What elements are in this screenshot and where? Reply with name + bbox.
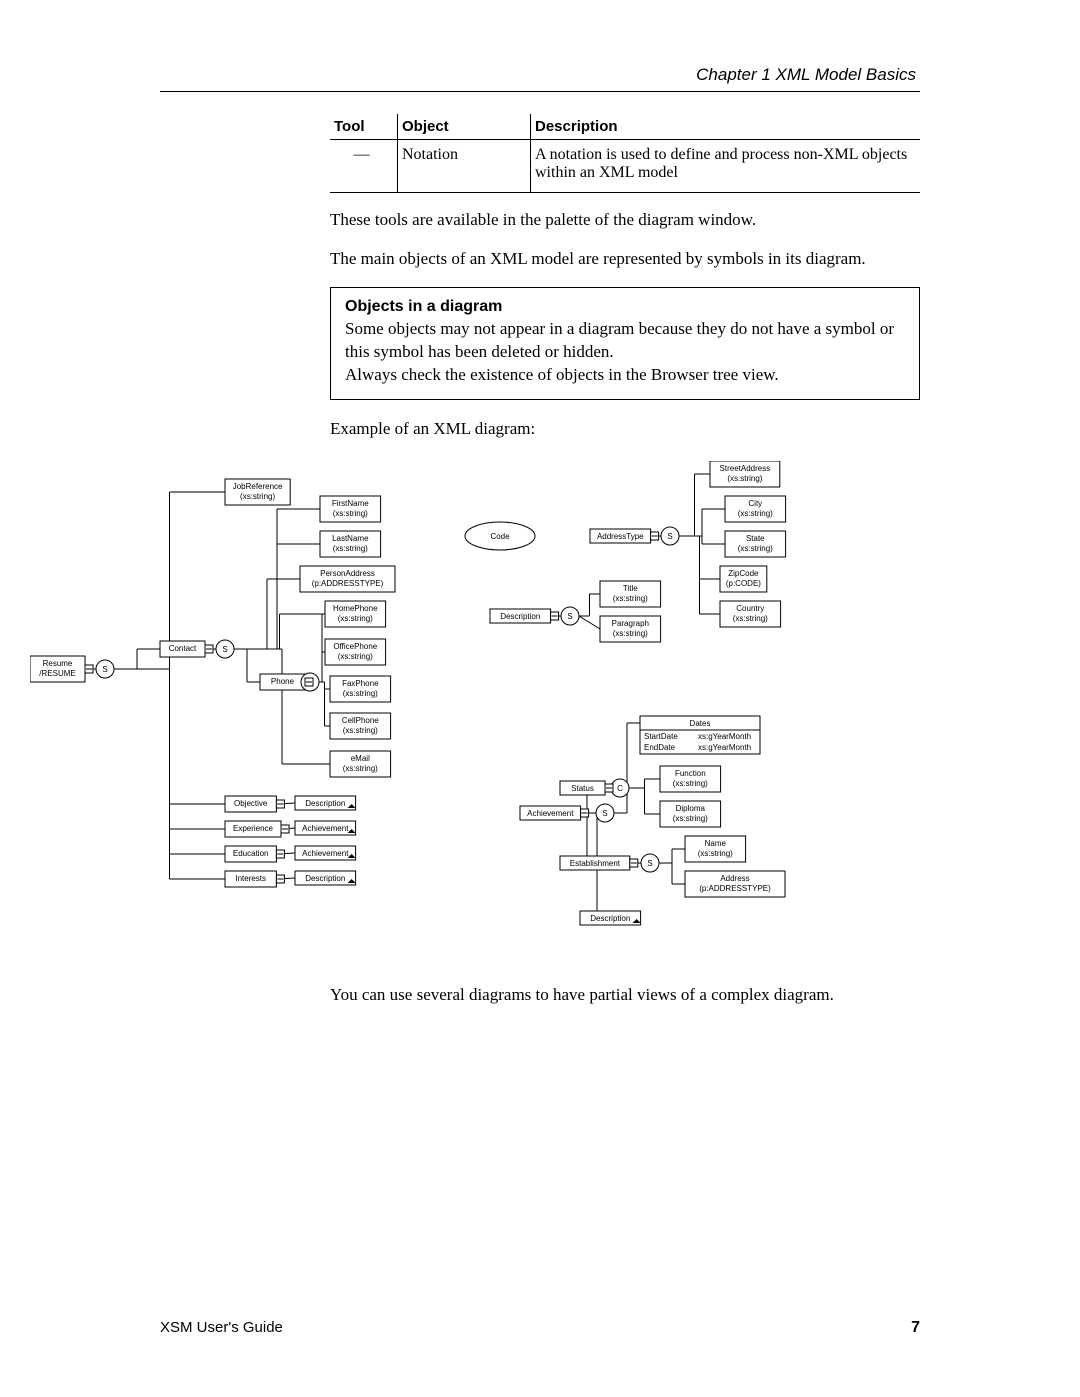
cell-object: Notation bbox=[398, 140, 531, 193]
header-rule bbox=[160, 91, 920, 92]
chapter-header: Chapter 1 XML Model Basics bbox=[160, 65, 920, 85]
info-title: Objects in a diagram bbox=[345, 298, 905, 316]
svg-text:FaxPhone: FaxPhone bbox=[342, 679, 379, 688]
cell-description: A notation is used to define and process… bbox=[531, 140, 921, 193]
svg-text:State: State bbox=[746, 534, 765, 543]
svg-text:Country: Country bbox=[736, 604, 764, 613]
svg-text:Paragraph: Paragraph bbox=[612, 619, 649, 628]
tool-table: Tool Object Description — Notation A not… bbox=[330, 114, 920, 193]
svg-text:FirstName: FirstName bbox=[332, 499, 369, 508]
svg-text:(xs:string): (xs:string) bbox=[727, 474, 762, 483]
svg-text:AddressType: AddressType bbox=[597, 532, 644, 541]
info-box: Objects in a diagram Some objects may no… bbox=[330, 287, 920, 400]
svg-text:(xs:string): (xs:string) bbox=[673, 814, 708, 823]
svg-text:Description: Description bbox=[590, 914, 630, 923]
svg-text:Education: Education bbox=[233, 849, 269, 858]
svg-text:(xs:string): (xs:string) bbox=[343, 726, 378, 735]
th-object: Object bbox=[398, 114, 531, 140]
svg-text:Establishment: Establishment bbox=[570, 859, 621, 868]
svg-text:Description: Description bbox=[305, 874, 345, 883]
svg-text:Code: Code bbox=[490, 532, 510, 541]
svg-text:(xs:string): (xs:string) bbox=[613, 594, 648, 603]
paragraph: You can use several diagrams to have par… bbox=[330, 984, 920, 1007]
svg-text:StreetAddress: StreetAddress bbox=[720, 464, 771, 473]
svg-text:S: S bbox=[567, 612, 572, 621]
svg-text:PersonAddress: PersonAddress bbox=[320, 569, 375, 578]
footer-page-number: 7 bbox=[911, 1319, 920, 1337]
svg-text:(xs:string): (xs:string) bbox=[240, 492, 275, 501]
svg-text:Achievement: Achievement bbox=[527, 809, 574, 818]
svg-text:Phone: Phone bbox=[271, 677, 295, 686]
svg-text:(p:ADDRESSTYPE): (p:ADDRESSTYPE) bbox=[699, 884, 771, 893]
svg-text:Interests: Interests bbox=[235, 874, 266, 883]
svg-text:Name: Name bbox=[705, 839, 727, 848]
svg-text:(p:CODE): (p:CODE) bbox=[726, 579, 761, 588]
svg-text:S: S bbox=[647, 859, 652, 868]
svg-text:(xs:string): (xs:string) bbox=[333, 544, 368, 553]
svg-text:EndDate: EndDate bbox=[644, 743, 676, 752]
paragraph: The main objects of an XML model are rep… bbox=[330, 248, 920, 271]
footer-guide: XSM User's Guide bbox=[160, 1319, 283, 1337]
paragraph: These tools are available in the palette… bbox=[330, 209, 920, 232]
svg-text:LastName: LastName bbox=[332, 534, 369, 543]
svg-text:Status: Status bbox=[571, 784, 594, 793]
svg-text:(xs:string): (xs:string) bbox=[338, 614, 373, 623]
svg-text:CellPhone: CellPhone bbox=[342, 716, 379, 725]
svg-text:Experience: Experience bbox=[233, 824, 274, 833]
svg-text:Description: Description bbox=[305, 799, 345, 808]
svg-text:Achievement: Achievement bbox=[302, 849, 349, 858]
svg-text:Achievement: Achievement bbox=[302, 824, 349, 833]
svg-text:(xs:string): (xs:string) bbox=[343, 689, 378, 698]
svg-text:Address: Address bbox=[720, 874, 749, 883]
svg-text:Resume: Resume bbox=[43, 659, 73, 668]
diagram-caption: Example of an XML diagram: bbox=[330, 418, 920, 441]
svg-text:Function: Function bbox=[675, 769, 706, 778]
svg-text:(xs:string): (xs:string) bbox=[613, 629, 648, 638]
svg-text:Dates: Dates bbox=[690, 719, 711, 728]
svg-text:HomePhone: HomePhone bbox=[333, 604, 378, 613]
th-tool: Tool bbox=[330, 114, 398, 140]
svg-text:C: C bbox=[617, 784, 623, 793]
svg-text:Diploma: Diploma bbox=[676, 804, 706, 813]
info-line: Always check the existence of objects in… bbox=[345, 365, 779, 384]
svg-text:Title: Title bbox=[623, 584, 638, 593]
svg-text:JobReference: JobReference bbox=[233, 482, 283, 491]
svg-text:(xs:string): (xs:string) bbox=[338, 652, 373, 661]
info-body: Some objects may not appear in a diagram… bbox=[345, 318, 905, 387]
svg-text:Objective: Objective bbox=[234, 799, 268, 808]
svg-text:S: S bbox=[102, 665, 107, 674]
cell-tool: — bbox=[330, 140, 398, 193]
svg-text:xs:gYearMonth: xs:gYearMonth bbox=[698, 743, 751, 752]
page-footer: XSM User's Guide 7 bbox=[160, 1319, 920, 1337]
svg-text:(xs:string): (xs:string) bbox=[343, 764, 378, 773]
svg-text:City: City bbox=[748, 499, 762, 508]
svg-text:(xs:string): (xs:string) bbox=[673, 779, 708, 788]
svg-text:(xs:string): (xs:string) bbox=[333, 509, 368, 518]
svg-text:/RESUME: /RESUME bbox=[39, 669, 75, 678]
table-row: — Notation A notation is used to define … bbox=[330, 140, 920, 193]
svg-text:xs:gYearMonth: xs:gYearMonth bbox=[698, 732, 751, 741]
svg-text:(xs:string): (xs:string) bbox=[698, 849, 733, 858]
info-line: Some objects may not appear in a diagram… bbox=[345, 319, 894, 361]
svg-text:(xs:string): (xs:string) bbox=[733, 614, 768, 623]
th-description: Description bbox=[531, 114, 921, 140]
svg-text:S: S bbox=[602, 809, 607, 818]
svg-text:(xs:string): (xs:string) bbox=[738, 509, 773, 518]
svg-text:(p:ADDRESSTYPE): (p:ADDRESSTYPE) bbox=[312, 579, 384, 588]
svg-text:Description: Description bbox=[500, 612, 540, 621]
svg-text:OfficePhone: OfficePhone bbox=[333, 642, 377, 651]
svg-text:(xs:string): (xs:string) bbox=[738, 544, 773, 553]
xml-diagram: Resume/RESUMESJobReference(xs:string)Con… bbox=[30, 461, 920, 966]
svg-text:S: S bbox=[667, 532, 672, 541]
svg-text:StartDate: StartDate bbox=[644, 732, 678, 741]
svg-text:ZipCode: ZipCode bbox=[728, 569, 759, 578]
svg-text:eMail: eMail bbox=[351, 754, 370, 763]
svg-text:Contact: Contact bbox=[169, 644, 197, 653]
svg-text:S: S bbox=[222, 645, 227, 654]
